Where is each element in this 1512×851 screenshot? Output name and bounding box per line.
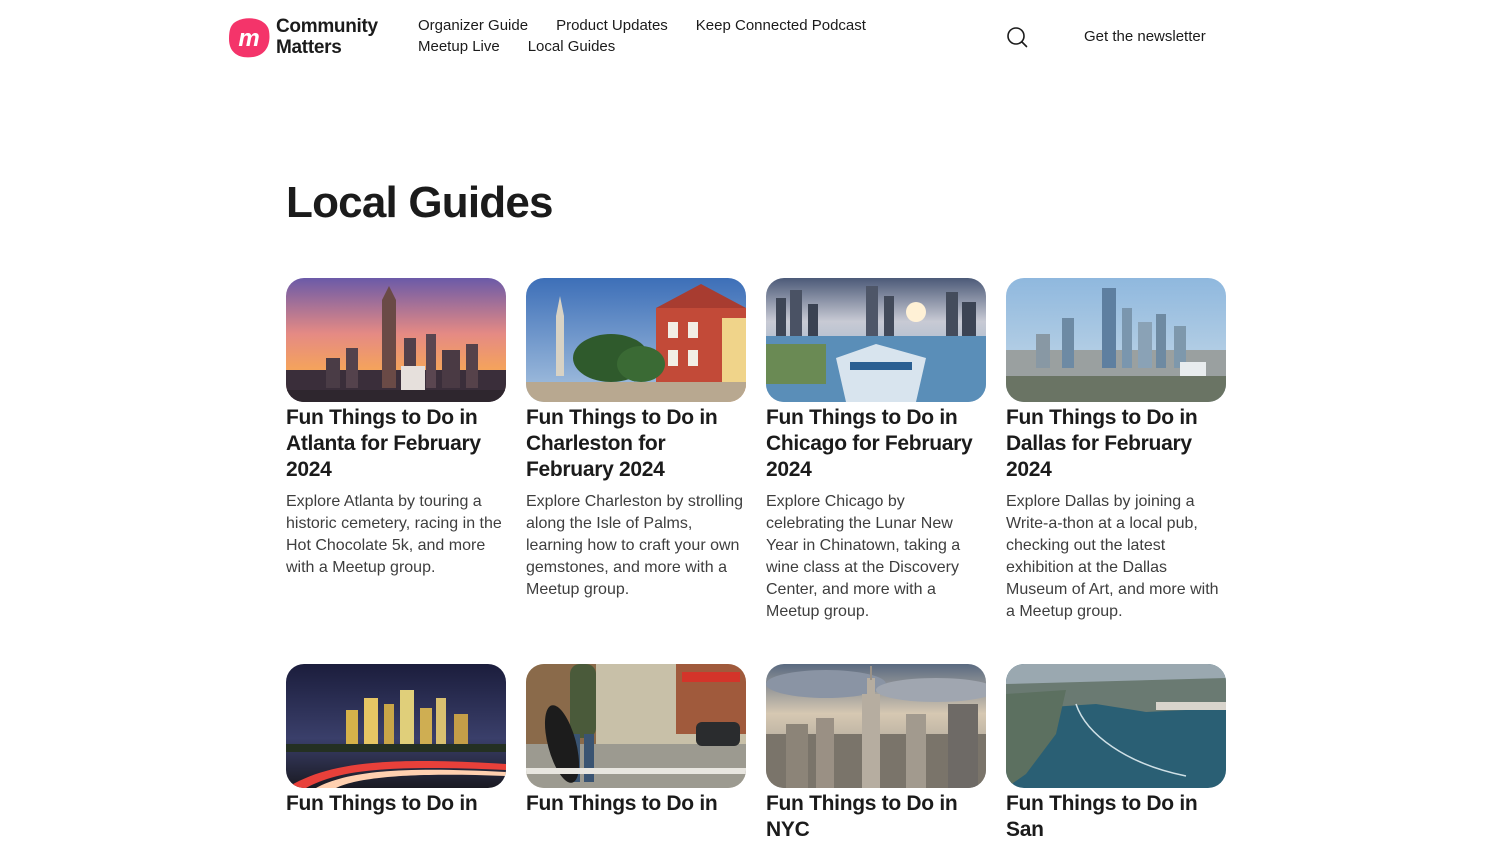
guide-card-houston[interactable]: Fun Things to Do in [286, 664, 506, 825]
brand-name-line2: Matters [276, 37, 342, 58]
guide-card-title: Fun Things to Do in [526, 792, 718, 815]
guide-card-image [286, 664, 506, 788]
brand-name-line1: Community [276, 16, 378, 37]
guide-card-description: Explore Dallas by joining a Write-a-thon… [1006, 493, 1219, 620]
main-nav: Organizer Guide Product Updates Keep Con… [418, 16, 978, 57]
guide-card-description: Explore Chicago by celebrating the Lunar… [766, 493, 961, 620]
guide-card-title: Fun Things to Do in San [1006, 792, 1198, 841]
guide-card-title: Fun Things to Do in [286, 792, 478, 815]
nav-link-local-guides[interactable]: Local Guides [528, 37, 616, 57]
guide-card-image [526, 664, 746, 788]
guide-card-title: Fun Things to Do in Atlanta for February… [286, 406, 481, 481]
guide-card-chicago[interactable]: Fun Things to Do in Chicago for February… [766, 278, 986, 623]
logo-mark-icon: m [227, 15, 271, 59]
nav-link-product-updates[interactable]: Product Updates [556, 16, 668, 36]
guide-card-nyc[interactable]: Fun Things to Do in NYC [766, 664, 986, 851]
guide-card-image [1006, 278, 1226, 402]
nav-link-keep-connected-podcast[interactable]: Keep Connected Podcast [696, 16, 866, 36]
page-title: Local Guides [286, 178, 554, 227]
guide-card-dallas[interactable]: Fun Things to Do in Dallas for February … [1006, 278, 1226, 623]
guide-card-image [766, 278, 986, 402]
guide-card-nashville[interactable]: Fun Things to Do in [526, 664, 746, 825]
guide-card-title: Fun Things to Do in NYC [766, 792, 958, 841]
search-icon[interactable] [1006, 26, 1028, 48]
guide-card-image [286, 278, 506, 402]
site-logo[interactable]: m Community Matters [227, 15, 378, 59]
guide-card-atlanta[interactable]: Fun Things to Do in Atlanta for February… [286, 278, 506, 579]
guide-card-image [1006, 664, 1226, 788]
guide-card-image [766, 664, 986, 788]
guide-card-charleston[interactable]: Fun Things to Do in Charleston for Febru… [526, 278, 746, 601]
guide-card-title: Fun Things to Do in Dallas for February … [1006, 406, 1198, 481]
guide-card-title: Fun Things to Do in Chicago for February… [766, 406, 973, 481]
nav-link-meetup-live[interactable]: Meetup Live [418, 37, 500, 57]
guide-card-image [526, 278, 746, 402]
nav-link-organizer-guide[interactable]: Organizer Guide [418, 16, 528, 36]
guide-card-description: Explore Atlanta by touring a historic ce… [286, 493, 502, 576]
brand-name: Community Matters [276, 16, 378, 58]
guide-card-san-francisco[interactable]: Fun Things to Do in San [1006, 664, 1226, 851]
guide-card-title: Fun Things to Do in Charleston for Febru… [526, 406, 718, 481]
guide-card-description: Explore Charleston by strolling along th… [526, 493, 743, 598]
logo-mark-letter: m [238, 25, 259, 52]
newsletter-link[interactable]: Get the newsletter [1084, 27, 1206, 47]
